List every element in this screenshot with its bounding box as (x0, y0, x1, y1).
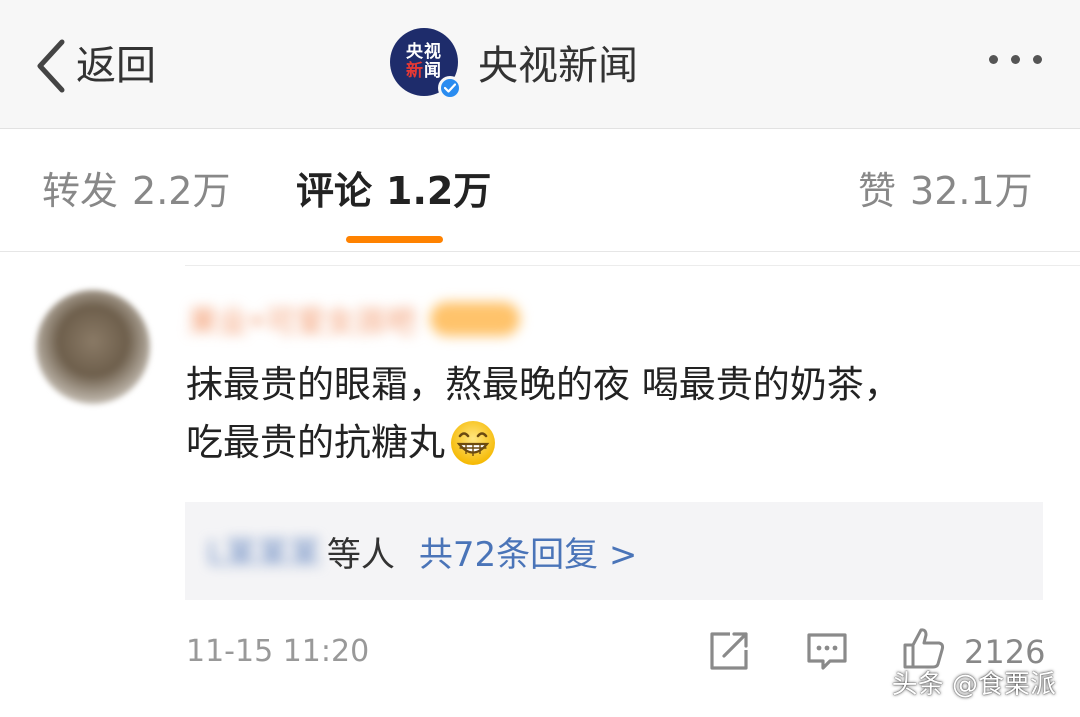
logo-char-red: 新 (406, 61, 424, 81)
tab-likes[interactable]: 赞 32.1万 (858, 167, 1033, 215)
comment-line-2: 吃最贵的抗糖丸 (186, 414, 1046, 484)
tab-comments[interactable]: 评论 1.2万 (296, 167, 491, 215)
back-label: 返回 (76, 43, 156, 89)
reply-etc-label: 等人 (326, 534, 395, 575)
comment-line-1: 抹最贵的眼霜，熬最晚的夜 喝最贵的奶茶， (186, 363, 901, 406)
tab-reposts-count: 2.2万 (132, 169, 231, 213)
grinning-face-icon (449, 419, 497, 484)
reply-username[interactable]: L某某某 (207, 528, 321, 574)
reply-button[interactable] (806, 632, 848, 676)
logo-char-white: 闻 (424, 61, 442, 81)
comment-icon (807, 633, 847, 670)
tab-reposts-label: 转发 (42, 169, 119, 213)
comment-timestamp: 11-15 11:20 (186, 634, 370, 669)
username-text: 果业•可爱女孩吧 (188, 305, 416, 340)
back-button[interactable]: 返回 (34, 34, 156, 98)
tab-comments-count: 1.2万 (386, 169, 492, 213)
avatar[interactable] (36, 290, 150, 404)
replies-preview[interactable]: L某某某 等人 共72条回复 > (185, 502, 1043, 600)
user-badge (429, 302, 520, 336)
share-button[interactable] (708, 630, 750, 676)
account-name: 央视新闻 (478, 43, 638, 89)
logo-text-top: 央视 (406, 42, 442, 62)
tab-comments-label: 评论 (296, 169, 373, 213)
logo-text-bottom: 新闻 (406, 62, 442, 81)
account-avatar: 央视 新闻 (390, 28, 462, 100)
verified-badge-icon (438, 76, 462, 100)
nav-header: 返回 央视 新闻 央视新闻 (0, 0, 1080, 129)
tab-likes-count: 32.1万 (910, 169, 1033, 213)
watermark: 头条 @食栗派 (891, 670, 1056, 700)
comment-text: 抹最贵的眼霜，熬最晚的夜 喝最贵的奶茶， 吃最贵的抗糖丸 (186, 356, 1046, 484)
tab-likes-label: 赞 (858, 169, 897, 213)
tab-reposts[interactable]: 转发 2.2万 (42, 167, 230, 215)
interaction-tabs: 转发 2.2万 评论 1.2万 赞 32.1万 (0, 129, 1080, 252)
chevron-left-icon (37, 39, 65, 93)
active-tab-indicator (346, 236, 443, 243)
account-title[interactable]: 央视 新闻 央视新闻 (390, 28, 638, 100)
share-icon (710, 632, 748, 670)
comment-username[interactable]: 果业•可爱女孩吧 (188, 300, 520, 340)
divider (185, 265, 1080, 266)
comment-line-2-text: 吃最贵的抗糖丸 (186, 421, 445, 464)
more-dots-icon[interactable] (989, 55, 1042, 64)
view-replies-link[interactable]: 共72条回复 > (419, 527, 638, 576)
